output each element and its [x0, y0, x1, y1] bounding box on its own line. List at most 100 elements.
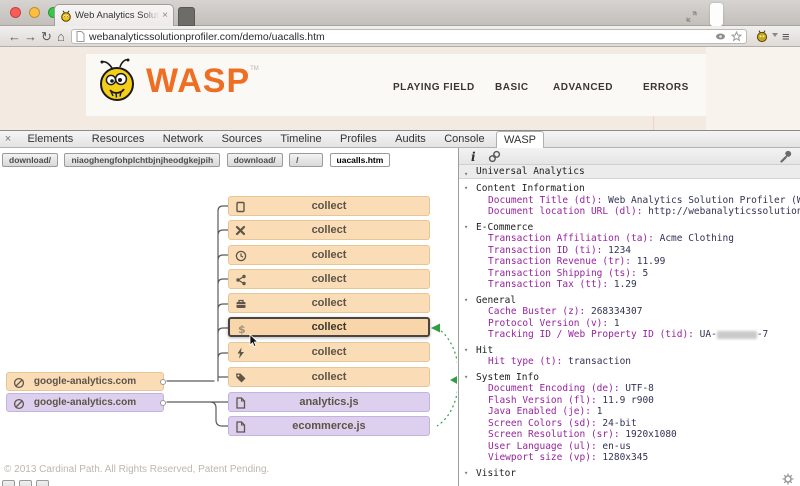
close-window-button[interactable] [10, 7, 21, 18]
devtools-close-icon[interactable]: × [0, 131, 16, 147]
disclosure-triangle-icon[interactable]: ▾ [464, 372, 468, 384]
bookmark-star-icon[interactable] [731, 31, 742, 42]
frame-tab-download-2[interactable]: download/ [226, 153, 283, 167]
address-bar[interactable]: webanalyticssolutionprofiler.com/demo/ua… [71, 29, 747, 44]
nav-basic[interactable]: BASIC [495, 82, 529, 93]
reload-icon[interactable]: ↻ [41, 27, 52, 46]
section-title: Visitor [476, 467, 517, 479]
stub-icon[interactable] [2, 480, 15, 486]
expand-arrows-icon[interactable] [686, 11, 697, 22]
hit-tree-pane: download/ niaoghengfohplchtbjnjheodgkejp… [0, 148, 457, 486]
eye-icon[interactable] [715, 32, 726, 41]
tab-close-icon[interactable]: × [162, 10, 168, 21]
bee-extension-icon[interactable] [755, 29, 769, 48]
section-ecommerce[interactable]: ▾ E-Commerce [459, 222, 800, 234]
disclosure-triangle-icon[interactable]: ▾ [464, 295, 468, 307]
page-header-band: WASP TM PLAYING FIELD BASIC ADVANCED ERR… [86, 54, 706, 116]
detail-row: Cache Buster (z): 268334307 [459, 306, 800, 318]
detail-title-row[interactable]: ▾ Universal Analytics [459, 165, 800, 179]
section-title: Hit [476, 344, 494, 356]
svg-text:$: $ [238, 323, 246, 336]
browser-tab[interactable]: Web Analytics Solution Pr × [54, 4, 174, 26]
blocked-globe-icon [12, 376, 25, 389]
frame-tab-uacalls[interactable]: uacalls.htm [329, 153, 391, 167]
home-icon[interactable]: ⌂ [57, 27, 65, 46]
wasp-logo[interactable]: WASP TM [98, 58, 259, 104]
detail-key: Document Title (dt): [488, 194, 603, 206]
devtools-tab-resources[interactable]: Resources [85, 131, 152, 147]
tag-icon [234, 371, 247, 384]
nav-advanced[interactable]: ADVANCED [553, 82, 613, 93]
detail-row: Java Enabled (je): 1 [459, 406, 800, 418]
detail-key: Transaction Revenue (tr): [488, 256, 631, 267]
source-node-label: google-analytics.com [33, 397, 137, 408]
url-text[interactable]: webanalyticssolutionprofiler.com/demo/ua… [89, 31, 710, 43]
disclosure-triangle-icon[interactable]: ▾ [464, 183, 468, 195]
relation-arc [436, 327, 457, 427]
tree-node-collect[interactable]: collect [228, 293, 430, 313]
devtools-tab-timeline[interactable]: Timeline [273, 131, 328, 147]
nav-playing-field[interactable]: PLAYING FIELD [393, 82, 475, 93]
devtools-tab-sources[interactable]: Sources [215, 131, 269, 147]
tree-node-analytics-js[interactable]: analytics.js [228, 392, 430, 412]
webpage-viewport: WASP TM PLAYING FIELD BASIC ADVANCED ERR… [0, 47, 800, 130]
detail-body: ▾ Content Information Document Title (dt… [459, 179, 800, 479]
lightning-icon [234, 346, 247, 359]
section-general[interactable]: ▾ General [459, 295, 800, 307]
detail-row: Transaction Affiliation (ta): Acme Cloth… [459, 233, 800, 245]
back-icon[interactable]: ← [8, 27, 21, 46]
nav-errors[interactable]: ERRORS [643, 82, 689, 93]
browser-toolbar: ← → ↻ ⌂ webanalyticssolutionprofiler.com… [0, 26, 800, 47]
devtools-tab-wasp[interactable]: WASP [496, 131, 545, 149]
disclosure-triangle-icon[interactable]: ▾ [464, 468, 468, 480]
chevron-down-icon[interactable] [772, 33, 778, 37]
wasp-wordmark: WASP [146, 62, 251, 100]
stub-icon[interactable] [36, 480, 49, 486]
devtools-tab-audits[interactable]: Audits [388, 131, 433, 147]
forward-icon[interactable]: → [24, 27, 37, 46]
minimize-window-button[interactable] [29, 7, 40, 18]
detail-value: 268334307 [590, 306, 643, 317]
detail-key: Screen Colors (sd): [488, 417, 597, 429]
stub-icon[interactable] [19, 480, 32, 486]
tree-node-ecommerce-js[interactable]: ecommerce.js [228, 416, 430, 436]
detail-row: Document Encoding (de): UTF-8 [459, 383, 800, 395]
menu-icon[interactable]: ≡ [782, 27, 790, 46]
connector-dot [160, 379, 166, 385]
source-node-google-analytics[interactable]: google-analytics.com [6, 393, 166, 412]
devtools-tab-elements[interactable]: Elements [20, 131, 80, 147]
detail-row: User Language (ul): en-us [459, 441, 800, 453]
tree-node-collect[interactable]: collect [228, 196, 430, 216]
disclosure-triangle-icon[interactable]: ▾ [464, 222, 468, 234]
second-tab-stub[interactable] [178, 7, 195, 26]
detail-row: Flash Version (fl): 11.9 r900 [459, 395, 800, 407]
trademark-label: TM [250, 66, 259, 72]
tree-node-collect[interactable]: collect [228, 269, 430, 289]
section-hit[interactable]: ▾ Hit [459, 345, 800, 357]
source-node-google-analytics[interactable]: google-analytics.com [6, 372, 166, 391]
info-icon[interactable]: i [470, 150, 478, 163]
section-system-info[interactable]: ▾ System Info [459, 372, 800, 384]
disclosure-triangle-icon[interactable]: ▾ [464, 345, 468, 357]
section-visitor[interactable]: ▾ Visitor [459, 468, 800, 480]
tree-node-collect[interactable]: collect [228, 367, 430, 387]
frame-tab-download-1[interactable]: download/ [2, 153, 59, 167]
detail-key: Java Enabled (je): [488, 406, 591, 417]
wrench-icon[interactable] [779, 150, 792, 163]
detail-row: Protocol Version (v): 1 [459, 318, 800, 330]
detail-key: User Language (ul): [488, 440, 597, 452]
tree-node-collect[interactable]: collect [228, 220, 430, 240]
gear-icon[interactable] [782, 473, 794, 485]
detail-key: Flash Version (fl): [488, 394, 597, 406]
section-title: E-Commerce [476, 221, 534, 233]
devtools-tab-console[interactable]: Console [437, 131, 491, 147]
devtools-tab-profiles[interactable]: Profiles [333, 131, 384, 147]
link-icon[interactable] [488, 150, 501, 163]
frame-tab-extension[interactable]: niaoghengfohplchtbjnjheodgkejpih [64, 153, 221, 167]
detail-key: Document location URL (dl): [488, 206, 643, 217]
frame-tab-root[interactable]: / [289, 153, 324, 167]
detail-value: 1280x345 [602, 452, 649, 463]
tree-node-collect[interactable]: collect [228, 245, 430, 265]
section-content-information[interactable]: ▾ Content Information [459, 183, 800, 195]
devtools-tab-network[interactable]: Network [156, 131, 210, 147]
